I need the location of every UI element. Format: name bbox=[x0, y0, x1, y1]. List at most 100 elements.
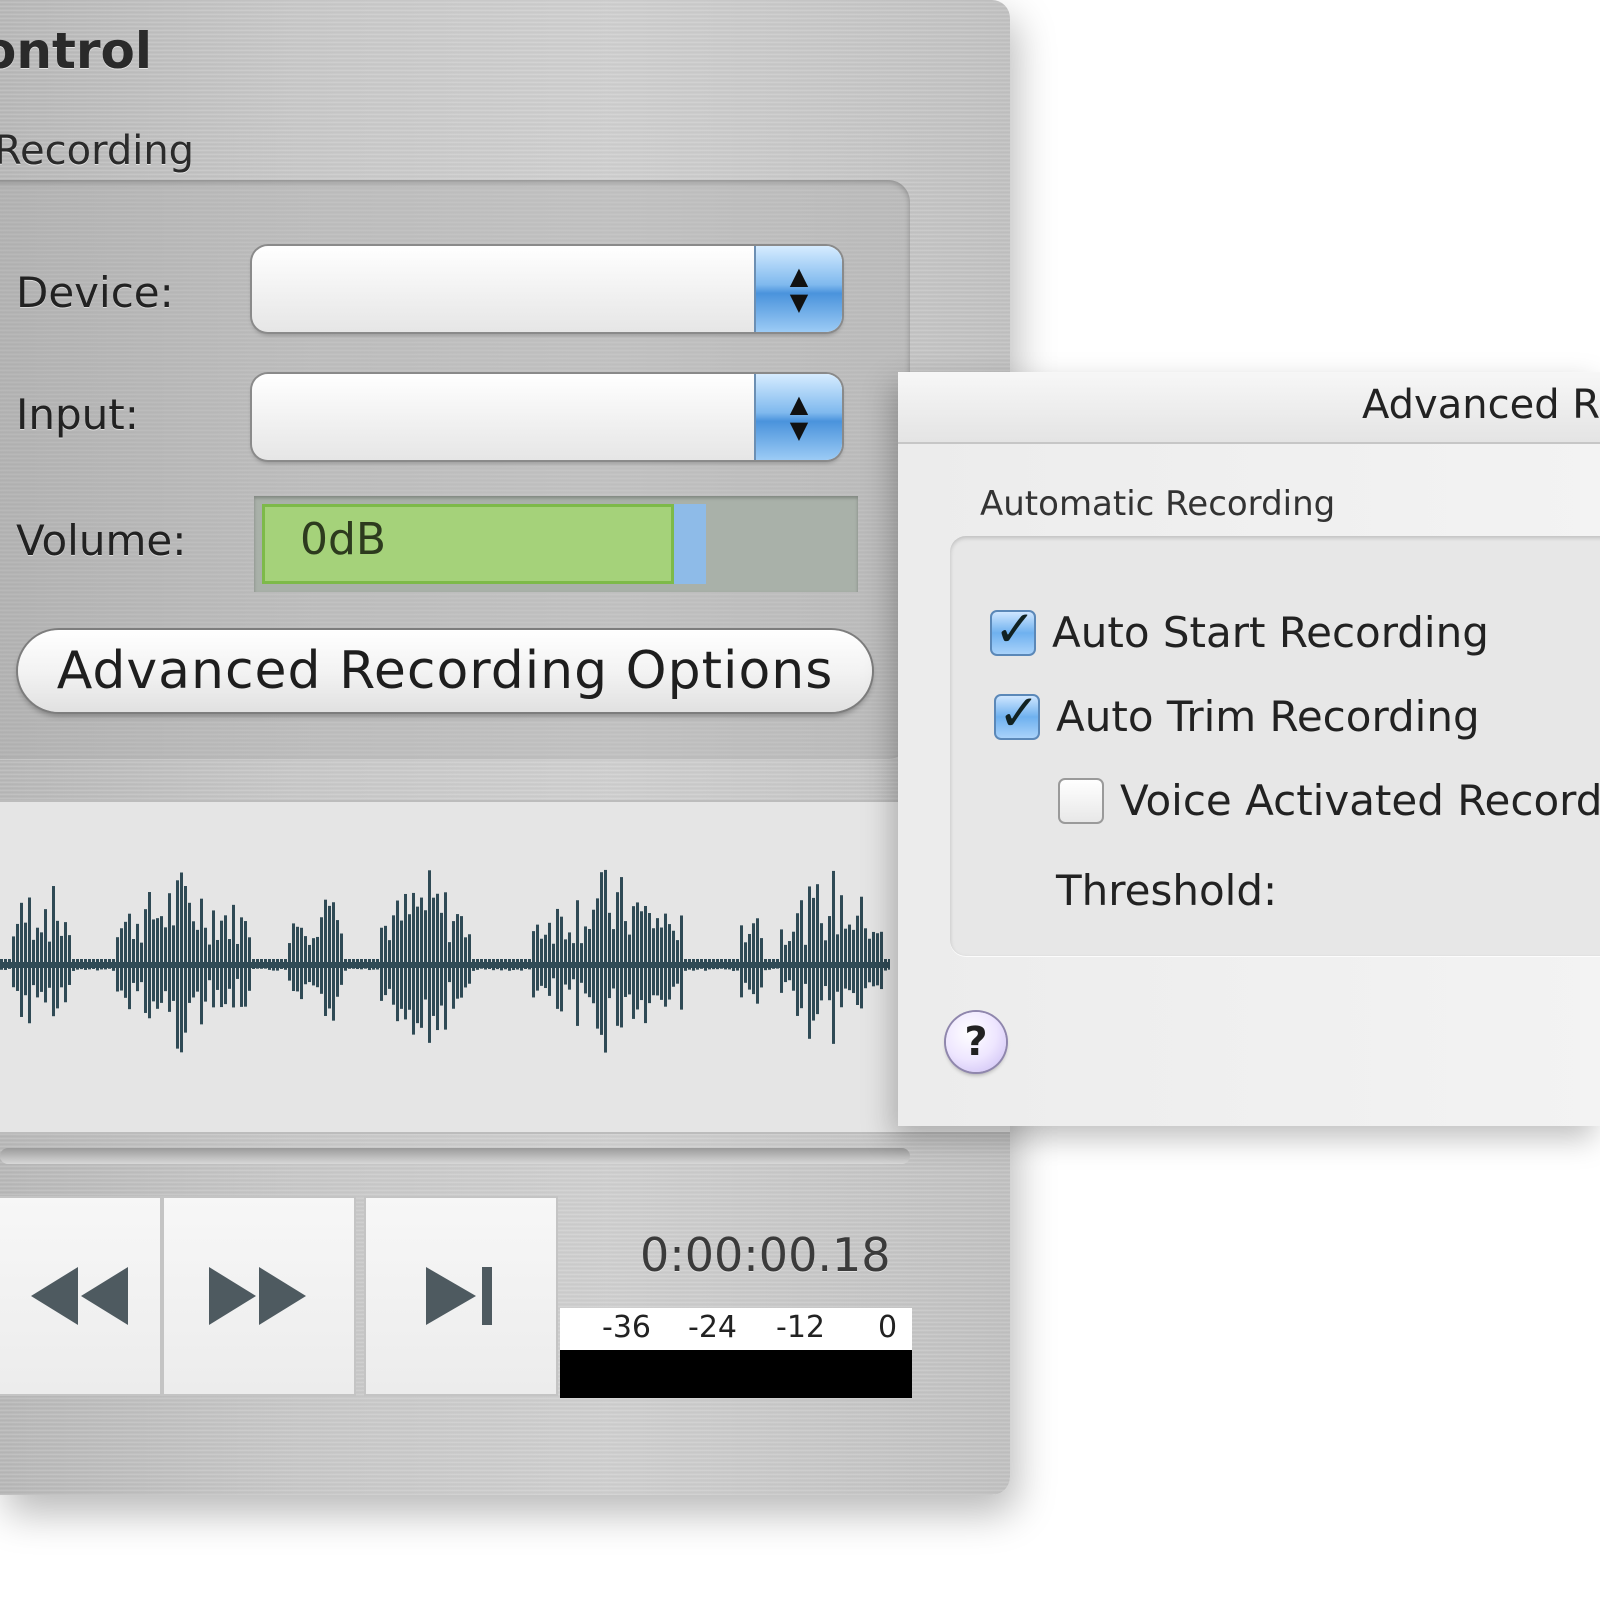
waveform-sample bbox=[168, 893, 171, 1012]
waveform-sample bbox=[256, 959, 259, 969]
waveform-sample bbox=[504, 959, 507, 970]
fast-forward-button[interactable] bbox=[162, 1196, 356, 1396]
waveform-sample bbox=[96, 959, 99, 971]
waveform-sample bbox=[648, 913, 651, 1004]
waveform-sample bbox=[436, 893, 439, 1031]
meter-scale: -36 -24 -12 0 bbox=[560, 1308, 912, 1350]
waveform-sample bbox=[496, 959, 499, 970]
panel-title: Advanced R bbox=[1362, 382, 1600, 428]
skip-to-end-button[interactable] bbox=[364, 1196, 558, 1396]
waveform-sample bbox=[672, 930, 675, 987]
waveform-sample bbox=[804, 944, 807, 984]
waveform-icon bbox=[0, 869, 891, 1053]
meter-tick-label: -36 bbox=[602, 1310, 651, 1345]
waveform-sample bbox=[292, 923, 295, 992]
recorder-window: ontrol Recording Device: ▲▼ Input: ▲▼ Vo… bbox=[0, 0, 1010, 1495]
waveform-sample bbox=[812, 897, 815, 1021]
waveform-sample bbox=[296, 926, 299, 992]
waveform-sample bbox=[508, 959, 511, 971]
help-button[interactable]: ? bbox=[946, 1012, 1006, 1072]
waveform-sample bbox=[612, 929, 615, 989]
waveform-sample bbox=[276, 959, 279, 971]
waveform-sample bbox=[520, 959, 523, 971]
waveform-sample bbox=[732, 959, 735, 971]
waveform-sample bbox=[684, 959, 687, 971]
checkbox-label: Auto Start Recording bbox=[1052, 608, 1489, 657]
waveform-sample bbox=[28, 897, 31, 1024]
rewind-button[interactable] bbox=[0, 1196, 162, 1396]
waveform-sample bbox=[144, 909, 147, 1013]
waveform-sample bbox=[392, 915, 395, 1005]
waveform-sample bbox=[152, 919, 155, 1002]
waveform-sample bbox=[288, 943, 291, 981]
waveform-sample bbox=[580, 943, 583, 983]
waveform-display[interactable] bbox=[0, 800, 1010, 1134]
waveform-sample bbox=[400, 920, 403, 1009]
waveform-sample bbox=[656, 918, 659, 996]
waveform-sample bbox=[408, 914, 411, 1010]
waveform-sample bbox=[396, 900, 399, 1022]
waveform-sample bbox=[588, 928, 591, 998]
waveform-sample bbox=[380, 927, 383, 1001]
waveform-sample bbox=[432, 897, 435, 1016]
waveform-sample bbox=[308, 944, 311, 983]
meter-bar bbox=[560, 1350, 912, 1398]
waveform-sample bbox=[548, 922, 551, 996]
waveform-sample bbox=[68, 935, 71, 985]
waveform-sample bbox=[128, 913, 131, 1010]
position-scrubber[interactable] bbox=[0, 1148, 910, 1164]
waveform-sample bbox=[720, 959, 723, 969]
panel-titlebar[interactable]: Advanced R bbox=[898, 372, 1600, 444]
waveform-sample bbox=[620, 877, 623, 1028]
window-title: ontrol bbox=[0, 22, 152, 80]
volume-slider[interactable]: 0dB bbox=[254, 496, 858, 592]
waveform-sample bbox=[816, 884, 819, 1015]
waveform-sample bbox=[356, 959, 359, 970]
waveform-sample bbox=[712, 959, 715, 970]
waveform-sample bbox=[116, 937, 119, 992]
waveform-sample bbox=[568, 932, 571, 990]
device-label: Device: bbox=[16, 268, 174, 317]
device-popup[interactable]: ▲ ▼ bbox=[252, 246, 842, 332]
waveform-sample bbox=[284, 959, 287, 970]
waveform-sample bbox=[576, 900, 579, 1026]
advanced-recording-options-button[interactable]: Advanced Recording Options bbox=[18, 630, 872, 712]
waveform-sample bbox=[724, 959, 727, 970]
waveform-sample bbox=[352, 959, 355, 969]
waveform-sample bbox=[448, 942, 451, 983]
waveform-sample bbox=[536, 924, 539, 991]
waveform-sample bbox=[388, 940, 391, 989]
waveform-sample bbox=[768, 959, 771, 970]
waveform-sample bbox=[692, 959, 695, 971]
waveform-sample bbox=[44, 909, 47, 1003]
waveform-sample bbox=[232, 904, 235, 1008]
rewind-icon bbox=[31, 1267, 128, 1325]
waveform-sample bbox=[864, 928, 867, 989]
waveform-sample bbox=[488, 959, 491, 970]
waveform-sample bbox=[148, 892, 151, 1019]
waveform-sample bbox=[752, 923, 755, 995]
waveform-sample bbox=[584, 926, 587, 994]
waveform-sample bbox=[800, 900, 803, 1009]
waveform-sample bbox=[704, 959, 707, 971]
waveform-sample bbox=[564, 939, 567, 985]
waveform-sample bbox=[460, 916, 463, 998]
volume-slider-handle[interactable] bbox=[674, 504, 706, 584]
recording-section-label: Recording bbox=[0, 128, 195, 174]
waveform-sample bbox=[56, 920, 59, 1009]
skip-to-end-icon bbox=[426, 1267, 492, 1325]
waveform-sample bbox=[192, 921, 195, 998]
waveform-sample bbox=[72, 959, 75, 971]
waveform-sample bbox=[708, 959, 711, 970]
input-popup[interactable]: ▲ ▼ bbox=[252, 374, 842, 460]
waveform-sample bbox=[420, 897, 423, 1028]
waveform-sample bbox=[372, 959, 375, 970]
waveform-sample bbox=[808, 886, 811, 1039]
waveform-sample bbox=[216, 939, 219, 990]
waveform-sample bbox=[608, 912, 611, 999]
level-meter: -36 -24 -12 0 bbox=[560, 1308, 912, 1398]
time-readout: 0:00:00.18 bbox=[640, 1228, 891, 1282]
waveform-sample bbox=[600, 872, 603, 1035]
waveform-sample bbox=[20, 902, 23, 1017]
waveform-sample bbox=[440, 912, 443, 1006]
